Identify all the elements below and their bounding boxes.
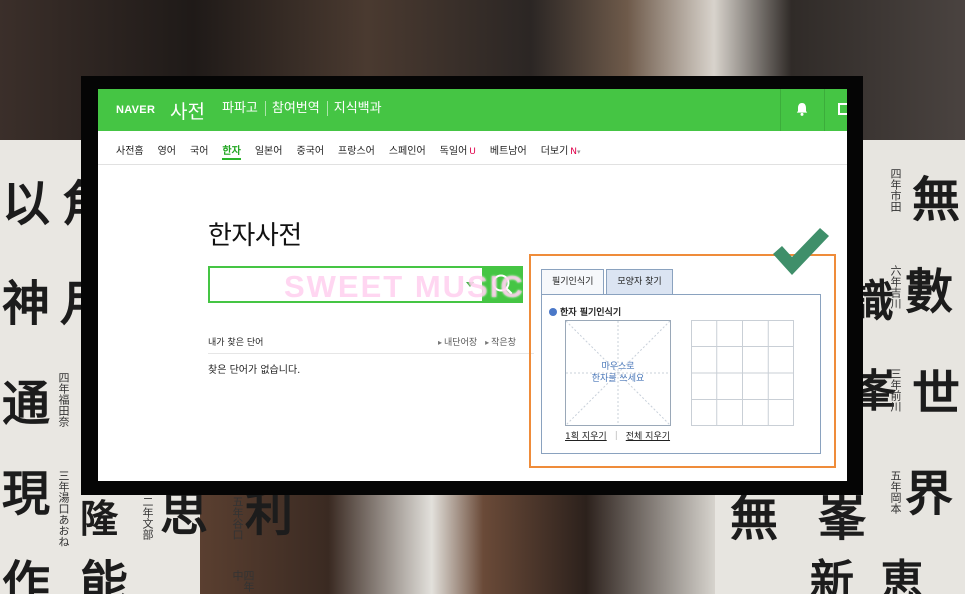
bg-kanji: 峯 (818, 491, 867, 547)
divider (208, 353, 534, 354)
bg-kanji: 恵 (880, 556, 924, 594)
screenshot-frame: NAVER 사전 파파고 참여번역 지식백과 사전홈 영어 국어 한자 일본어 … (81, 76, 863, 495)
erase-links: 1획 지우기 | 전체 지우기 (565, 429, 670, 443)
bg-kanji: 作 (2, 556, 51, 594)
nav-item-chinese[interactable]: 중국어 (296, 142, 324, 157)
bg-small-text: 三年湯口あおね (57, 470, 70, 547)
my-wordbook-link[interactable]: 내단어장 (438, 335, 477, 348)
bg-kanji: 神 (2, 276, 51, 332)
nav-item-german[interactable]: 독일어 U (440, 142, 476, 157)
tab-radical-search[interactable]: 모양자 찾기 (606, 269, 673, 295)
bg-small-text: 四年福田奈 (57, 372, 70, 427)
nav-item-vietnamese[interactable]: 베트남어 (490, 142, 527, 157)
candidate-grid[interactable] (691, 320, 794, 426)
watermark-text: SWEET MUSIC (284, 269, 525, 304)
recent-words-label: 내가 찾은 단어 (208, 338, 264, 348)
bg-kanji: 世 (912, 366, 961, 422)
bg-kanji: 數 (905, 264, 954, 320)
nav-item-more[interactable]: 더보기 N▾ (541, 142, 581, 157)
bg-kanji: 現 (2, 466, 51, 522)
bg-kanji: 利 (245, 486, 294, 542)
header-link-translation[interactable]: 참여번역 (272, 101, 328, 116)
bg-kanji: 思 (160, 486, 209, 542)
language-nav: 사전홈 영어 국어 한자 일본어 중국어 프랑스어 스페인어 독일어 U 베트남어… (98, 131, 847, 165)
bg-kanji: 能 (80, 556, 129, 594)
bg-small-text: 六年吉川 (889, 265, 902, 309)
bg-small-text: 四年中 (231, 570, 255, 592)
naver-dictionary-page: NAVER 사전 파파고 참여번역 지식백과 사전홈 영어 국어 한자 일본어 … (98, 89, 847, 481)
page-title: 한자사전 (208, 221, 302, 251)
erase-all-link[interactable]: 전체 지우기 (626, 429, 670, 442)
tab-handwriting[interactable]: 필기인식기 (541, 269, 605, 295)
bell-icon[interactable] (794, 101, 810, 117)
bg-kanji: 通 (2, 376, 51, 432)
bg-kanji: 以 (2, 176, 51, 232)
bg-kanji: 界 (905, 466, 954, 522)
nav-item-hanja[interactable]: 한자 (222, 142, 242, 160)
bg-small-text: 四年市田 (889, 168, 902, 212)
widget-heading: 한자 필기인식기 (549, 305, 621, 318)
nav-item-french[interactable]: 프랑스어 (338, 142, 375, 157)
bg-kanji: 無 (730, 491, 779, 547)
header-divider (780, 89, 781, 131)
update-badge: U (469, 147, 476, 157)
handwriting-widget: 한자 필기인식기 마우스로 한자를 쓰세요 1획 지우기 | 전체 지우기 (541, 294, 821, 454)
drawing-hint: 마우스로 한자를 쓰세요 (591, 362, 645, 384)
nav-item-spanish[interactable]: 스페인어 (389, 142, 426, 157)
empty-message: 찾은 단어가 없습니다. (208, 365, 301, 376)
bg-small-text: 三年前川 (889, 368, 902, 412)
bg-kanji: 無 (912, 172, 961, 228)
drawing-pad[interactable]: 마우스로 한자를 쓰세요 (565, 320, 671, 426)
bg-small-text: 二年文部 (141, 496, 154, 540)
check-icon (773, 228, 829, 275)
bg-kanji: 隆 (80, 496, 119, 541)
naver-logo[interactable]: NAVER (116, 104, 155, 116)
nav-item-korean[interactable]: 국어 (190, 142, 208, 157)
erase-one-stroke-link[interactable]: 1획 지우기 (565, 429, 607, 442)
widget-tabs: 필기인식기 모양자 찾기 (541, 269, 673, 295)
header-divider (824, 89, 825, 131)
caret-down-icon: ▾ (577, 148, 581, 156)
header-link-encyclopedia[interactable]: 지식백과 (334, 101, 389, 116)
small-window-link[interactable]: 작은창 (485, 335, 516, 348)
nav-item-home[interactable]: 사전홈 (116, 142, 144, 157)
nav-item-english[interactable]: 영어 (158, 142, 176, 157)
service-title[interactable]: 사전 (170, 97, 205, 124)
top-header: NAVER 사전 파파고 참여번역 지식백과 (98, 89, 847, 131)
mail-icon[interactable] (838, 103, 847, 115)
header-links: 파파고 참여번역 지식백과 (222, 101, 395, 116)
bg-small-text: 五年谷口 (231, 496, 244, 540)
bullet-icon (549, 308, 557, 316)
separator: | (614, 430, 618, 441)
bg-kanji: 新 (810, 556, 854, 594)
recent-links: 내단어장 작은창 (438, 335, 516, 348)
bg-small-text: 五年岡本 (889, 470, 902, 514)
nav-item-japanese[interactable]: 일본어 (255, 142, 283, 157)
header-link-papago[interactable]: 파파고 (222, 101, 266, 116)
